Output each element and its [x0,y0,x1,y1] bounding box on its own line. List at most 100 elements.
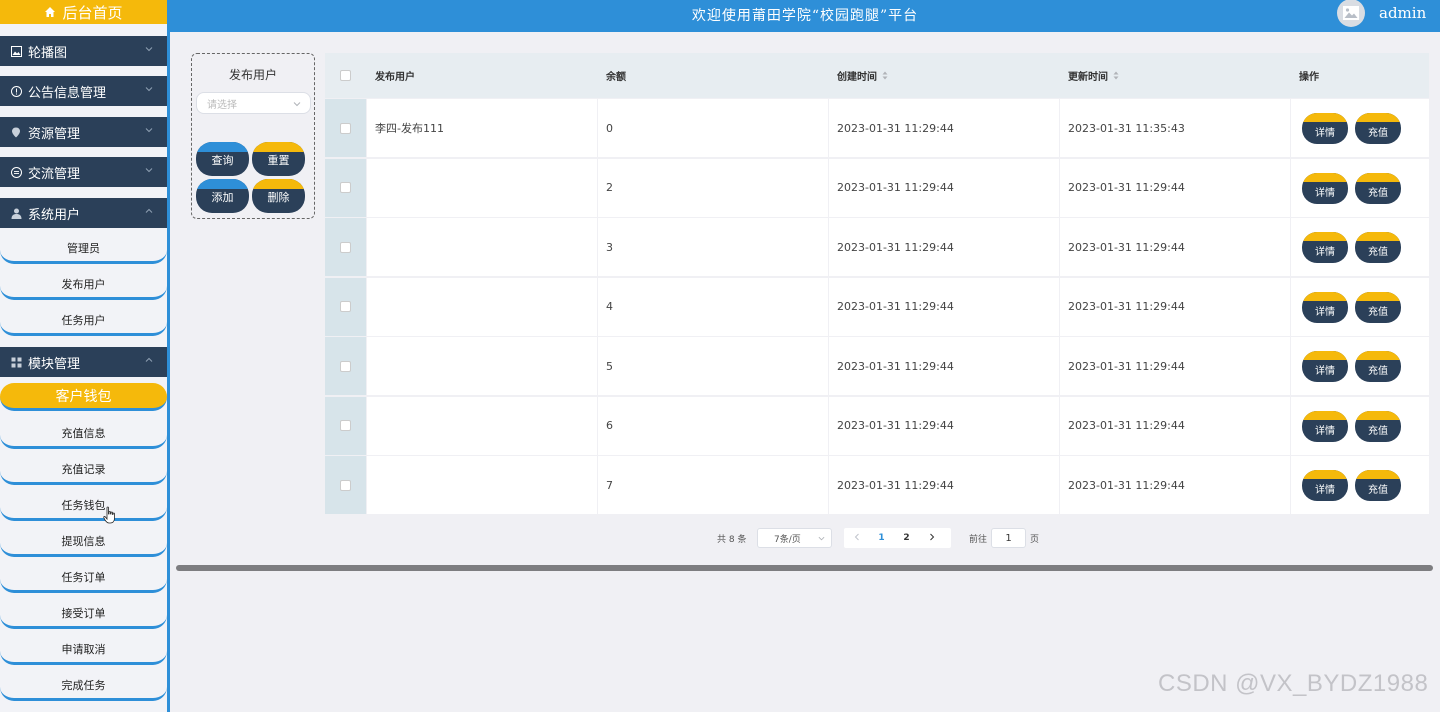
cell-user [367,158,597,217]
cell-user [367,218,597,276]
sidebar-item-customer-wallet[interactable]: 客户钱包 [0,383,167,411]
button-label: 添加 [211,191,234,204]
sort-icon[interactable] [1113,71,1119,80]
sidebar-item-accept-order[interactable]: 接受订单 [0,599,167,629]
column-header-balance: 余额 [606,72,626,83]
row-checkbox[interactable] [340,182,351,193]
row-select-cell [325,218,366,276]
next-page-button[interactable] [919,533,944,544]
detail-button[interactable]: 详情 [1302,470,1348,501]
recharge-button[interactable]: 充值 [1355,410,1401,442]
select-all-checkbox[interactable] [340,70,351,81]
row-checkbox[interactable] [340,360,351,372]
row-checkbox[interactable] [340,420,351,431]
reset-button[interactable]: 重置 [252,142,305,176]
cell-created: 2023-01-31 11:29:44 [829,99,1059,157]
goto-page-input[interactable]: 1 [991,528,1026,548]
home-label: 后台首页 [62,3,123,22]
cell-updated: 2023-01-31 11:29:44 [1060,277,1290,336]
prev-page-button[interactable] [844,533,869,544]
query-button[interactable]: 查询 [196,142,249,176]
page-1-button[interactable]: 1 [869,533,894,543]
cell-created: 2023-01-31 11:29:44 [829,158,1059,217]
table-row: 3 2023-01-31 11:29:44 2023-01-31 11:29:44 详… [325,218,1429,277]
row-checkbox[interactable] [340,241,351,253]
chevron-up-icon [145,208,153,213]
menu-notice[interactable]: 公告信息管理 [0,76,167,106]
sidebar-item-task-wallet[interactable]: 任务钱包 [0,491,167,521]
cell-updated: 2023-01-31 11:29:44 [1060,456,1290,514]
detail-button[interactable]: 详情 [1302,351,1348,382]
location-icon [10,126,22,138]
button-label: 充值 [1368,485,1388,496]
row-checkbox[interactable] [340,479,351,491]
row-select-cell [325,99,366,157]
sidebar-item-withdraw-info[interactable]: 提现信息 [0,527,167,557]
recharge-button[interactable]: 充值 [1355,291,1401,323]
menu-exchange[interactable]: 交流管理 [0,157,167,187]
username[interactable]: admin [1379,4,1426,22]
table-row: 6 2023-01-31 11:29:44 2023-01-31 11:29:44 详… [325,396,1429,456]
image-icon [1343,6,1359,20]
cell-user [367,396,597,455]
sidebar-item-cancel-request[interactable]: 申请取消 [0,635,167,665]
sidebar-item-admin[interactable]: 管理员 [0,234,167,264]
horizontal-scrollbar[interactable] [176,565,1433,571]
cell-balance: 5 [598,337,828,395]
cell-actions: 详情 充值 [1291,277,1429,336]
cell-actions: 详情 充值 [1291,396,1429,455]
detail-button[interactable]: 详情 [1302,232,1348,263]
table-row: 李四-发布111 0 2023-01-31 11:29:44 2023-01-31 1… [325,99,1429,158]
sidebar-item-label: 接受订单 [61,606,106,620]
recharge-button[interactable]: 充值 [1355,232,1401,263]
delete-button[interactable]: 删除 [252,179,305,213]
detail-button[interactable]: 详情 [1302,291,1348,323]
page-2-button[interactable]: 2 [894,533,919,543]
detail-button[interactable]: 详情 [1302,410,1348,442]
chevron-down-icon [293,102,301,107]
sidebar-item-recharge-record[interactable]: 充值记录 [0,455,167,485]
sidebar-item-recharge-info[interactable]: 充值信息 [0,419,167,449]
table-row: 7 2023-01-31 11:29:44 2023-01-31 11:29:44 详… [325,456,1429,515]
sidebar-item-task-user[interactable]: 任务用户 [0,306,167,336]
image-icon [10,45,22,57]
row-checkbox[interactable] [340,122,351,134]
detail-button[interactable]: 详情 [1302,113,1348,144]
menu-resource[interactable]: 资源管理 [0,117,167,147]
button-label: 充值 [1368,306,1388,318]
menu-system-users[interactable]: 系统用户 [0,198,167,228]
publisher-select[interactable]: 请选择 [196,92,311,114]
recharge-button[interactable]: 充值 [1355,351,1401,382]
recharge-button[interactable]: 充值 [1355,172,1401,204]
cell-updated: 2023-01-31 11:35:43 [1060,99,1290,157]
detail-button[interactable]: 详情 [1302,172,1348,204]
button-label: 删除 [267,191,290,204]
recharge-button[interactable]: 充值 [1355,113,1401,144]
menu-modules[interactable]: 模块管理 [0,347,167,377]
menu-label: 模块管理 [28,356,81,372]
sidebar-item-label: 提现信息 [61,534,106,548]
sidebar-item-publisher[interactable]: 发布用户 [0,270,167,300]
user-icon [10,207,22,219]
cell-balance: 4 [598,277,828,336]
home-link[interactable]: 后台首页 [0,0,167,24]
sidebar-item-task-order[interactable]: 任务订单 [0,563,167,593]
goto-label: 前往 [969,534,988,545]
recharge-button[interactable]: 充值 [1355,470,1401,501]
add-button[interactable]: 添加 [196,179,249,213]
column-header-updated[interactable]: 更新时间 [1060,53,1290,98]
column-header-created[interactable]: 创建时间 [829,53,1059,98]
column-label: 更新时间 [1068,72,1108,83]
chat-icon [10,166,22,178]
sidebar-item-complete-task[interactable]: 完成任务 [0,671,167,701]
row-checkbox[interactable] [340,301,351,312]
page-size-select[interactable]: 7条/页 [757,528,832,548]
avatar[interactable] [1337,0,1365,27]
menu-carousel[interactable]: 轮播图 [0,36,167,66]
pagination-total: 共 8 条 [717,534,747,545]
table-header: 发布用户 余额 创建时间 更新时间 操作 [325,53,1429,98]
column-header-actions: 操作 [1299,72,1319,83]
sidebar: 后台首页 轮播图 公告信息管理 资源管理 交流管理 系统用户 管理员 发布用户 … [0,0,170,712]
sort-icon[interactable] [882,71,888,80]
chevron-down-icon [145,47,153,52]
